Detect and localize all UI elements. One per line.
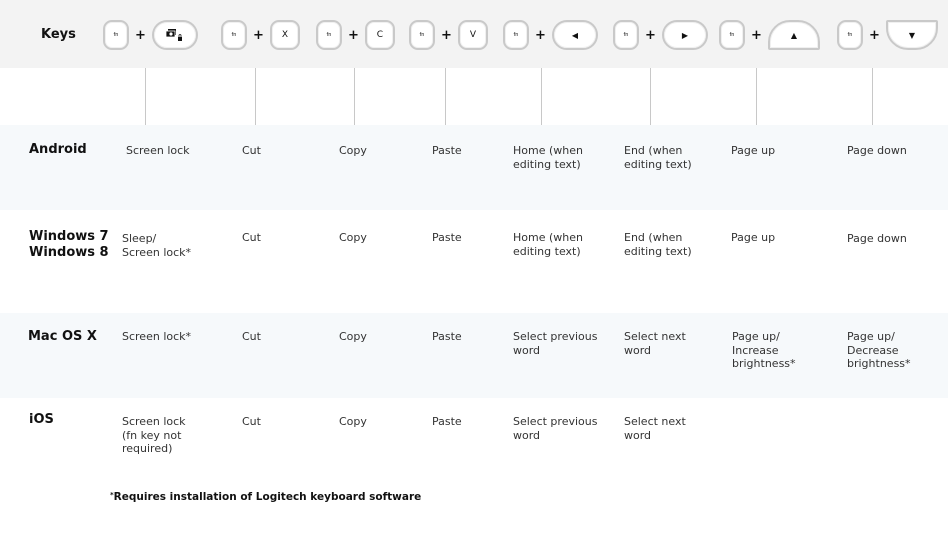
combo-cut: fn + X (221, 19, 300, 51)
screen-lock-key (151, 20, 198, 50)
table-row-ios: iOS Screen lock (fn key not required) Cu… (0, 398, 948, 478)
cell: Sleep/ Screen lock* (122, 232, 192, 259)
os-label: Windows 7 Windows 8 (29, 229, 109, 260)
cell: Cut (242, 330, 261, 343)
cell: End (when editing text) (624, 231, 692, 258)
plus-sign: + (441, 27, 452, 43)
plus-sign: + (751, 27, 762, 43)
plus-sign: + (135, 27, 146, 43)
cell: Paste (432, 231, 462, 244)
cell: Select next word (624, 415, 686, 442)
fn-key: fn (103, 20, 129, 50)
v-key: V (457, 20, 488, 50)
cell: Page up/ Decrease brightness* (847, 330, 911, 370)
combo-paste: fn + V (409, 19, 488, 51)
cell: Paste (432, 144, 462, 157)
cell: Page up/ Increase brightness* (732, 330, 796, 370)
cell: Page down (847, 232, 907, 245)
plus-sign: + (869, 27, 880, 43)
combo-right-arrow: fn + ▶ (613, 19, 708, 51)
plus-sign: + (535, 27, 546, 43)
up-arrow-icon: ▲ (767, 20, 820, 50)
os-label: iOS (29, 412, 54, 427)
keys-label: Keys (41, 27, 76, 42)
fn-key: fn (316, 20, 342, 50)
cell: Screen lock (126, 144, 190, 157)
keys-header-bar: Keys fn + fn + X fn + C fn + V fn + ◀ fn… (0, 0, 948, 68)
plus-sign: + (253, 27, 264, 43)
cell: Page up (731, 144, 776, 157)
cell: Screen lock (fn key not required) (122, 415, 186, 455)
os-label: Android (29, 142, 87, 157)
connector-line (872, 68, 873, 125)
cell: Copy (339, 144, 367, 157)
down-arrow-icon: ▼ (885, 20, 938, 50)
cell: Select previous word (513, 330, 598, 357)
table-row-windows: Windows 7 Windows 8 Sleep/ Screen lock* … (0, 210, 948, 313)
cell: Home (when editing text) (513, 144, 583, 171)
os-label: Mac OS X (28, 329, 97, 344)
fn-key: fn (837, 20, 863, 50)
right-arrow-icon: ▶ (661, 20, 708, 50)
plus-sign: + (645, 27, 656, 43)
connector-line (354, 68, 355, 125)
connector-line (756, 68, 757, 125)
x-key: X (269, 20, 300, 50)
left-arrow-icon: ◀ (551, 20, 598, 50)
fn-key: fn (409, 20, 435, 50)
c-key: C (364, 20, 395, 50)
cell: Paste (432, 330, 462, 343)
fn-key: fn (221, 20, 247, 50)
cell: Copy (339, 415, 367, 428)
cell: Cut (242, 415, 261, 428)
combo-up-arrow: fn + ▲ (719, 19, 820, 51)
connector-line (445, 68, 446, 125)
cell: Copy (339, 330, 367, 343)
combo-left-arrow: fn + ◀ (503, 19, 598, 51)
cell: End (when editing text) (624, 144, 692, 171)
cell: Paste (432, 415, 462, 428)
combo-screen-lock: fn + (103, 19, 198, 51)
plus-sign: + (348, 27, 359, 43)
connector-line (145, 68, 146, 125)
fn-key: fn (503, 20, 529, 50)
cell: Home (when editing text) (513, 231, 583, 258)
cell: Page down (847, 144, 907, 157)
connector-line (541, 68, 542, 125)
cell: Select next word (624, 330, 686, 357)
combo-copy: fn + C (316, 19, 395, 51)
cell: Copy (339, 231, 367, 244)
footnote-text: Requires installation of Logitech keyboa… (113, 491, 422, 503)
fn-key: fn (719, 20, 745, 50)
connector-line (650, 68, 651, 125)
cell: Screen lock* (122, 330, 192, 343)
cell: Select previous word (513, 415, 598, 442)
combo-down-arrow: fn + ▼ (837, 19, 938, 51)
connector-line (255, 68, 256, 125)
table-row-macos: Mac OS X Screen lock* Cut Copy Paste Sel… (0, 313, 948, 398)
screen-lock-icon (165, 29, 182, 41)
cell: Cut (242, 144, 261, 157)
cell: Page up (731, 231, 776, 244)
footnote: *Requires installation of Logitech keybo… (110, 491, 421, 503)
table-row-android: Android Screen lock Cut Copy Paste Home … (0, 125, 948, 210)
cell: Cut (242, 231, 261, 244)
fn-key: fn (613, 20, 639, 50)
